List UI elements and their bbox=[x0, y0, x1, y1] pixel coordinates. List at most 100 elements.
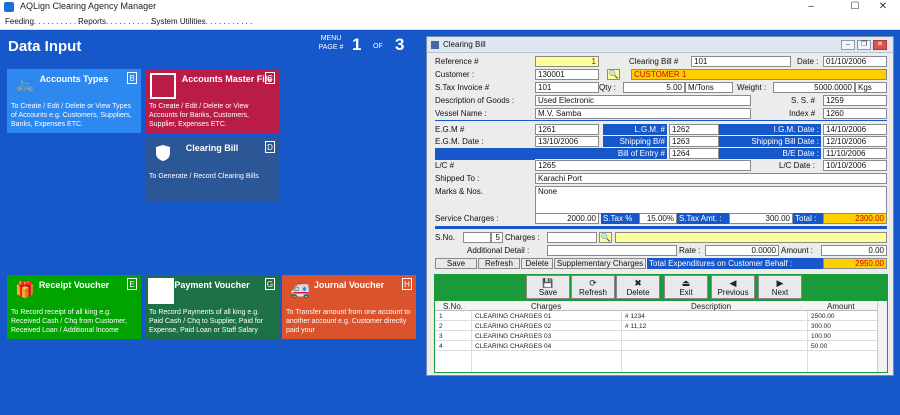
label-qty: Qty : bbox=[599, 83, 616, 92]
tile-shortcut-key: D bbox=[265, 141, 275, 153]
refresh-button[interactable]: Refresh bbox=[478, 258, 520, 269]
label-description-of-goods: Description of Goods : bbox=[435, 96, 515, 105]
label-stax-invoice: S.Tax Invoice # bbox=[435, 83, 490, 92]
index-field[interactable]: 1260 bbox=[823, 108, 887, 119]
grid-vertical-scrollbar[interactable] bbox=[877, 301, 887, 372]
charges-code-field[interactable] bbox=[547, 232, 597, 243]
shipping-bill-date-field[interactable]: 12/10/2006 bbox=[823, 136, 887, 147]
charges-name-field[interactable] bbox=[615, 232, 887, 243]
total-field[interactable]: 2300.00 bbox=[823, 213, 887, 224]
blank-square-icon bbox=[150, 73, 176, 99]
child-minimize-button[interactable]: – bbox=[841, 40, 855, 50]
label-ss: S. S. # bbox=[791, 96, 816, 105]
customer-code-field[interactable]: 130001 bbox=[535, 69, 599, 80]
grid-header-amount[interactable]: Amount bbox=[827, 302, 855, 311]
tile-journal-voucher[interactable]: 🚑 Journal Voucher H To Transfer amount f… bbox=[282, 275, 416, 339]
grid-header-description[interactable]: Description bbox=[691, 302, 731, 311]
minimize-button[interactable]: – bbox=[794, 0, 828, 14]
menu-reports[interactable]: Reports. . . . . . . . . . . bbox=[78, 17, 153, 26]
grid-row[interactable]: 1 CLEARING CHARGES 01 # 1234 2500.00 bbox=[435, 312, 877, 321]
stax-invoice-field[interactable]: 101 bbox=[535, 82, 599, 93]
previous-icon: ◀ bbox=[729, 278, 737, 288]
menu-feeding[interactable]: Feeding. . . . . . . . . . . bbox=[5, 17, 81, 26]
save-button[interactable]: Save bbox=[435, 258, 477, 269]
grid-row[interactable]: 4 CLEARING CHARGES 04 50.00 bbox=[435, 342, 877, 351]
date-field[interactable]: 01/10/2006 bbox=[823, 56, 887, 67]
additional-detail-field[interactable] bbox=[547, 245, 677, 256]
lc-date-field[interactable]: 10/10/2006 bbox=[823, 160, 887, 171]
child-restore-button[interactable]: ❐ bbox=[857, 40, 871, 50]
clearing-bill-field[interactable]: 101 bbox=[691, 56, 791, 67]
grid-row[interactable]: 3 CLEARING CHARGES 03 100.00 bbox=[435, 332, 877, 341]
label-charges: Charges : bbox=[505, 233, 540, 242]
supplementary-charges-button[interactable]: Supplementary Charges bbox=[554, 258, 646, 269]
delete-button[interactable]: Delete bbox=[521, 258, 553, 269]
toolbar-save-button[interactable]: 💾 Save bbox=[526, 275, 570, 299]
toolbar-previous-button[interactable]: ◀ Previous bbox=[711, 275, 755, 299]
clearing-bill-window: Clearing Bill – ❐ ✕ Reference # 1 Cleari… bbox=[426, 36, 894, 376]
be-date-field[interactable]: 11/10/2006 bbox=[823, 148, 887, 159]
pager-menu-label: MENU PAGE # bbox=[318, 35, 344, 51]
refresh-icon: ⟳ bbox=[589, 278, 597, 288]
stax-amt-field[interactable]: 300.00 bbox=[729, 213, 793, 224]
toolbar-exit-button[interactable]: ⏏ Exit bbox=[664, 275, 708, 299]
label-rate: Rate : bbox=[679, 246, 701, 255]
tile-accounts-master-file[interactable]: Accounts Master File C To Create / Edit … bbox=[145, 69, 279, 133]
menu-system-utilities[interactable]: System Utilities. . . . . . . . . . . bbox=[151, 17, 252, 26]
sno-field-1[interactable] bbox=[463, 232, 491, 243]
label-shipping-bill-date: Shipping Bill Date : bbox=[719, 136, 821, 147]
tile-clearing-bill[interactable]: Clearing Bill D To Generate / Record Cle… bbox=[145, 138, 279, 202]
child-close-button[interactable]: ✕ bbox=[873, 40, 887, 50]
tile-shortcut-key: E bbox=[127, 278, 137, 290]
grid-row[interactable]: 2 CLEARING CHARGES 02 # 11,12 300.00 bbox=[435, 322, 877, 331]
toolbar-delete-button[interactable]: ✖ Delete bbox=[616, 275, 660, 299]
label-reference: Reference # bbox=[435, 57, 479, 66]
grid-header-sno[interactable]: S.No. bbox=[443, 302, 463, 311]
egm-date-field[interactable]: 13/10/2006 bbox=[535, 136, 599, 147]
app-icon bbox=[4, 2, 14, 12]
lgm-field[interactable]: 1262 bbox=[669, 124, 719, 135]
total-expenditures-field[interactable]: 2950.00 bbox=[823, 258, 887, 269]
sno-field[interactable]: 5 bbox=[491, 232, 503, 243]
app-title-bar: AQLign Clearing Agency Manager – ☐ ✕ bbox=[0, 0, 900, 14]
tile-payment-voucher[interactable]: Payment Voucher G To Record Payments of … bbox=[145, 275, 279, 339]
service-charges-field[interactable]: 2000.00 bbox=[535, 213, 599, 224]
pager-total: 3 bbox=[395, 35, 405, 54]
tile-receipt-voucher[interactable]: 🎁 Receipt Voucher E To Record receipt of… bbox=[7, 275, 141, 339]
label-total: Total : bbox=[793, 213, 823, 224]
tile-accounts-types[interactable]: 🚲 Accounts Types B To Create / Edit / De… bbox=[7, 69, 141, 133]
lc-field[interactable]: 1265 bbox=[535, 160, 751, 171]
weight-unit-field[interactable]: Kgs bbox=[855, 82, 887, 93]
customer-name-field[interactable]: CUSTOMER 1 bbox=[631, 69, 887, 80]
description-of-goods-field[interactable]: Used Electronic bbox=[535, 95, 751, 106]
reference-field[interactable]: 1 bbox=[535, 56, 599, 67]
shipping-b-field[interactable]: 1263 bbox=[669, 136, 719, 147]
ss-field[interactable]: 1259 bbox=[823, 95, 887, 106]
customer-search-icon[interactable]: 🔍 bbox=[607, 69, 620, 80]
label-index: Index # bbox=[789, 109, 816, 118]
egm-field[interactable]: 1261 bbox=[535, 124, 599, 135]
vessel-name-field[interactable]: M.V. Samba bbox=[535, 108, 751, 119]
blank-block bbox=[435, 148, 535, 160]
toolbar-refresh-button[interactable]: ⟳ Refresh bbox=[571, 275, 615, 299]
shipped-to-field[interactable]: Karachi Port bbox=[535, 173, 887, 184]
igm-date-field[interactable]: 14/10/2006 bbox=[823, 124, 887, 135]
grid-header-charges[interactable]: Charges bbox=[531, 302, 561, 311]
charges-search-icon[interactable]: 🔍 bbox=[599, 232, 612, 243]
qty-unit-field[interactable]: M/Tons bbox=[685, 82, 733, 93]
pager-of-label: OF bbox=[373, 43, 383, 50]
bill-of-entry-field[interactable]: 1264 bbox=[669, 148, 719, 159]
label-marks: Marks & Nos. bbox=[435, 187, 484, 196]
amount-field[interactable]: 0.00 bbox=[821, 245, 887, 256]
delete-icon: ✖ bbox=[634, 278, 642, 288]
next-icon: ▶ bbox=[776, 278, 784, 288]
weight-field[interactable]: 5000.0000 bbox=[773, 82, 855, 93]
toolbar-next-button[interactable]: ▶ Next bbox=[758, 275, 802, 299]
label-lc: L/C # bbox=[435, 161, 455, 170]
stax-pct-field[interactable]: 15.00% bbox=[639, 213, 677, 224]
rate-field[interactable]: 0.0000 bbox=[705, 245, 779, 256]
tile-shortcut-key: B bbox=[127, 72, 137, 84]
marks-field[interactable]: None bbox=[535, 186, 887, 214]
qty-field[interactable]: 5.00 bbox=[623, 82, 685, 93]
close-button[interactable]: ✕ bbox=[866, 0, 900, 14]
